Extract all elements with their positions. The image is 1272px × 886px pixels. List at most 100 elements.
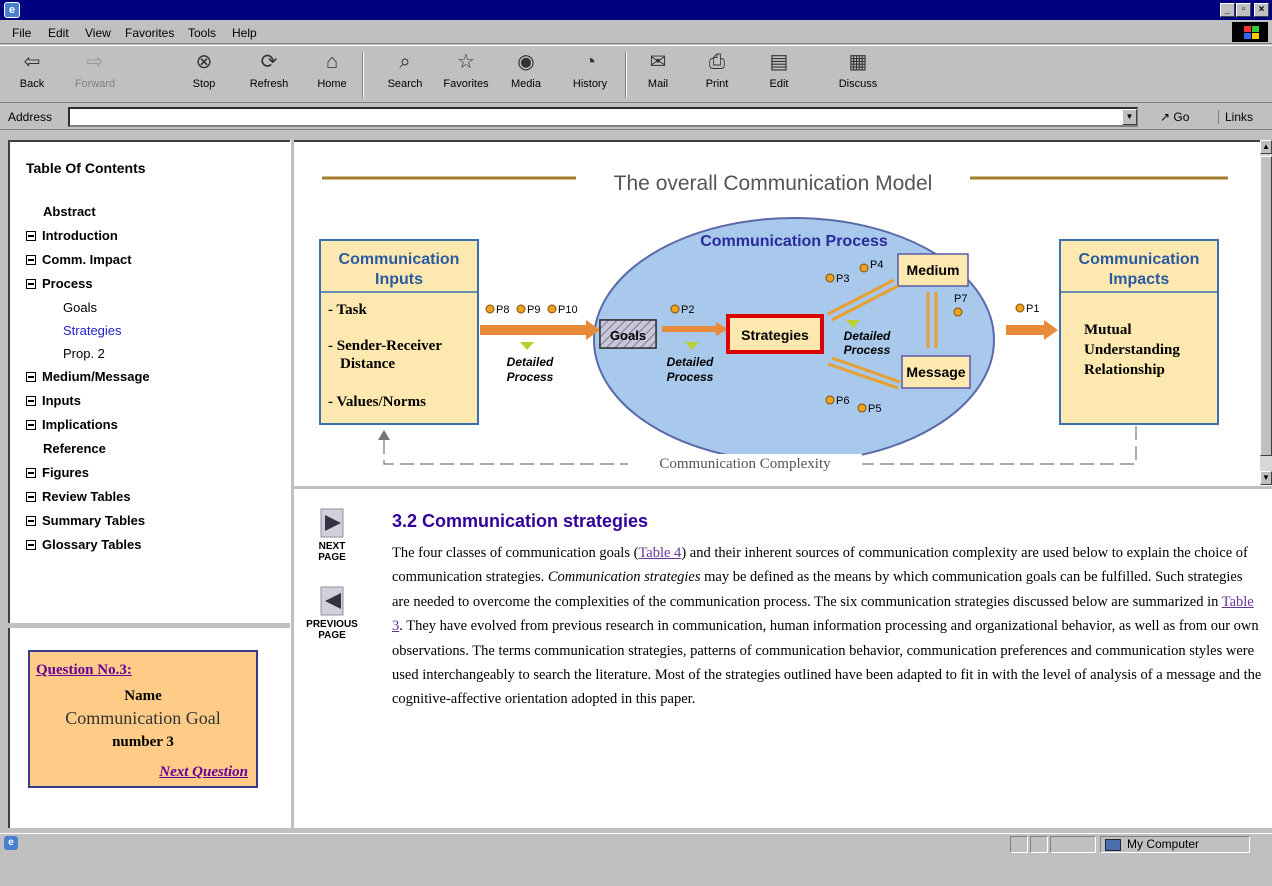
- detailed-label-1: Detailed: [507, 355, 554, 369]
- toc-item-figures[interactable]: Figures: [26, 461, 150, 485]
- impacts-title-2: Impacts: [1109, 271, 1170, 288]
- media-icon: ◉: [517, 51, 535, 73]
- back-button[interactable]: ⇦ Back: [12, 50, 52, 90]
- menu-view[interactable]: View: [85, 26, 111, 40]
- collapse-icon[interactable]: [26, 255, 36, 265]
- toc-item-goals[interactable]: Goals: [26, 296, 150, 319]
- print-button[interactable]: ⎙ Print: [700, 50, 734, 90]
- menu-favorites[interactable]: Favorites: [125, 26, 174, 40]
- address-dropdown-icon[interactable]: ▼: [1122, 109, 1137, 125]
- diagram-title: The overall Communication Model: [614, 172, 933, 195]
- toc-item-implications[interactable]: Implications: [26, 413, 150, 437]
- collapse-icon[interactable]: [26, 279, 36, 289]
- scroll-thumb[interactable]: [1260, 156, 1272, 456]
- refresh-button[interactable]: ⟳ Refresh: [244, 50, 294, 90]
- toc-item-reference[interactable]: Reference: [26, 437, 150, 461]
- toc-item-glossary-tables[interactable]: Glossary Tables: [26, 533, 150, 557]
- next-question-link[interactable]: Next Question: [159, 764, 248, 781]
- search-button[interactable]: ⌕ Search: [382, 50, 428, 90]
- svg-text:P7: P7: [954, 293, 967, 305]
- collapse-icon[interactable]: [26, 396, 36, 406]
- collapse-icon[interactable]: [26, 372, 36, 382]
- strategies-label: Strategies: [741, 327, 809, 343]
- back-arrow-icon: ⇦: [23, 51, 41, 73]
- question-number: number 3: [112, 734, 174, 750]
- toc-item-prop-2[interactable]: Prop. 2: [26, 342, 150, 365]
- security-zone: My Computer: [1100, 836, 1250, 853]
- input-task: - Task: [328, 302, 367, 318]
- svg-text:P9: P9: [527, 304, 540, 316]
- table-4-link[interactable]: Table 4: [638, 545, 681, 561]
- toc-item-introduction[interactable]: Introduction: [26, 224, 150, 248]
- process-title: Communication Process: [700, 233, 888, 250]
- collapse-icon[interactable]: [26, 540, 36, 550]
- media-button[interactable]: ◉ Media: [505, 50, 547, 90]
- stop-button[interactable]: ⊗ Stop: [186, 50, 222, 90]
- next-page-button[interactable]: NEXT PAGE: [312, 507, 352, 563]
- collapse-icon[interactable]: [26, 468, 36, 478]
- impact-understanding: Understanding: [1084, 342, 1180, 358]
- next-page-icon: [317, 507, 347, 539]
- svg-text:P1: P1: [1026, 303, 1039, 315]
- toc-item-medium-message[interactable]: Medium/Message: [26, 365, 150, 389]
- menu-tools[interactable]: Tools: [188, 26, 216, 40]
- detailed-marker-1: [520, 342, 534, 350]
- svg-text:P3: P3: [836, 273, 849, 285]
- question-pane: Question No.3: Name Communication Goal n…: [8, 628, 290, 828]
- svg-text:P2: P2: [681, 304, 694, 316]
- toc-item-process[interactable]: Process: [26, 272, 150, 296]
- svg-text:P10: P10: [558, 304, 578, 316]
- impact-relationship: Relationship: [1084, 362, 1165, 378]
- communication-model-diagram: The overall Communication Model Communic…: [294, 140, 1260, 485]
- toc-item-review-tables[interactable]: Review Tables: [26, 485, 150, 509]
- svg-text:Process: Process: [844, 343, 891, 357]
- address-input[interactable]: [68, 107, 1138, 127]
- title-bar: e _ ▫ ×: [0, 0, 1272, 20]
- question-title-link[interactable]: Question No.3:: [36, 662, 132, 679]
- address-bar: Address ▼ ↗ Go Links: [0, 104, 1272, 130]
- menu-bar: File Edit View Favorites Tools Help: [0, 20, 1272, 44]
- svg-text:Detailed: Detailed: [844, 329, 891, 343]
- collapse-icon[interactable]: [26, 420, 36, 430]
- windows-logo-icon: [1232, 22, 1268, 42]
- forward-button[interactable]: ⇨ Forward: [72, 50, 118, 90]
- previous-page-icon: [317, 585, 347, 617]
- toolbar-separator: [362, 52, 364, 98]
- collapse-icon[interactable]: [26, 492, 36, 502]
- scroll-down-icon[interactable]: ▼: [1260, 471, 1272, 485]
- toc-item-inputs[interactable]: Inputs: [26, 389, 150, 413]
- links-button[interactable]: Links: [1218, 110, 1253, 124]
- status-cell: [1050, 836, 1096, 853]
- favorites-button[interactable]: ☆ Favorites: [438, 50, 494, 90]
- complexity-label: Communication Complexity: [659, 456, 831, 472]
- menu-file[interactable]: File: [12, 26, 31, 40]
- p8-p10-labels: P8 P9 P10: [485, 304, 578, 316]
- scroll-up-icon[interactable]: ▲: [1260, 140, 1272, 154]
- collapse-icon[interactable]: [26, 231, 36, 241]
- ie-icon: e: [4, 2, 20, 18]
- home-button[interactable]: ⌂ Home: [312, 50, 352, 90]
- input-distance: - Sender-Receiver: [328, 338, 442, 354]
- svg-text:P6: P6: [836, 395, 849, 407]
- close-button[interactable]: ×: [1254, 3, 1269, 17]
- mail-button[interactable]: ✉ Mail: [636, 50, 680, 90]
- menu-help[interactable]: Help: [232, 26, 257, 40]
- history-button[interactable]: ◔ History: [566, 50, 614, 90]
- toc-item-abstract[interactable]: Abstract: [26, 200, 150, 224]
- menu-edit[interactable]: Edit: [48, 26, 69, 40]
- discuss-button[interactable]: ▦ Discuss: [836, 50, 880, 90]
- toc-item-summary-tables[interactable]: Summary Tables: [26, 509, 150, 533]
- edit-button[interactable]: ▤ Edit: [764, 50, 794, 90]
- process-label-1: Process: [507, 370, 554, 384]
- minimize-button[interactable]: _: [1220, 3, 1235, 17]
- maximize-button[interactable]: ▫: [1236, 3, 1251, 17]
- toc-item-strategies[interactable]: Strategies: [26, 319, 150, 342]
- previous-page-button[interactable]: PREVIOUS PAGE: [304, 585, 360, 641]
- diagram-scrollbar[interactable]: ▲ ▼: [1260, 140, 1272, 485]
- collapse-icon[interactable]: [26, 516, 36, 526]
- go-button[interactable]: ↗ Go: [1160, 110, 1189, 124]
- status-cell: [1030, 836, 1048, 853]
- impact-mutual: Mutual: [1084, 322, 1132, 338]
- status-bar: e My Computer: [0, 833, 1272, 853]
- toc-item-comm-impact[interactable]: Comm. Impact: [26, 248, 150, 272]
